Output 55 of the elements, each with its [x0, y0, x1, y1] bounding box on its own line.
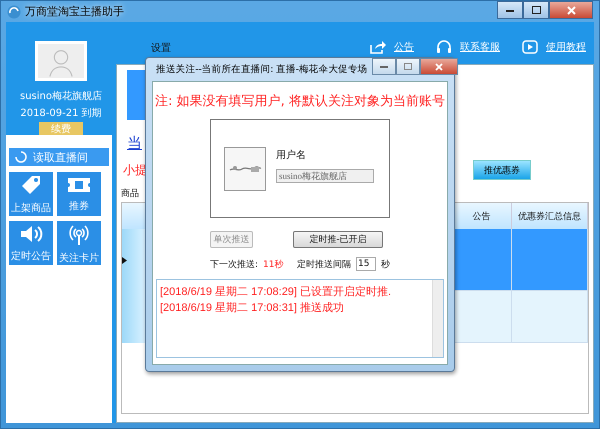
close-icon: [434, 62, 443, 70]
window-title: 万商堂淘宝主播助手: [25, 4, 124, 19]
minimize-icon: [506, 8, 514, 12]
minimize-button[interactable]: [497, 1, 523, 19]
log-line: [2018/6/19 星期二 17:08:29] 已设置开启定时推.: [160, 284, 392, 299]
row-header[interactable]: [122, 229, 146, 291]
speaker-icon: [19, 224, 43, 244]
interval-unit: 秒: [381, 258, 390, 270]
interval-spinner[interactable]: 15: [356, 257, 376, 271]
headset-icon: [436, 39, 452, 55]
scrollbar[interactable]: [432, 280, 443, 357]
sidebar-tile[interactable]: 定时公告: [9, 221, 53, 265]
tag-icon: [20, 174, 42, 196]
column-header: 优惠券汇总信息: [512, 203, 588, 229]
row-pointer-icon: [122, 256, 127, 264]
play-icon: [522, 40, 538, 54]
share-icon: [370, 40, 386, 54]
close-button[interactable]: [549, 1, 593, 19]
account-name: susino梅花旗舰店: [20, 90, 102, 103]
next-push-label: 下一次推送:: [210, 258, 258, 270]
minimize-icon: [380, 65, 388, 68]
username-label: 用户名: [276, 148, 307, 162]
column-header: 公告: [452, 203, 512, 229]
header-link[interactable]: 联系客服: [436, 39, 500, 55]
table-cell[interactable]: [452, 291, 512, 343]
note-text: 注: 如果没有填写用户, 将默认关注对象为当前账号: [155, 93, 445, 110]
close-button[interactable]: [420, 58, 458, 75]
close-icon: [566, 6, 576, 14]
header-link[interactable]: 公告: [370, 39, 414, 55]
refresh-icon: [15, 151, 27, 163]
tip-text: 小提: [123, 162, 147, 178]
app-icon: [7, 4, 21, 18]
sidebar-tile[interactable]: 上架商品: [9, 172, 53, 216]
sidebar-tile[interactable]: 关注卡片: [57, 221, 101, 265]
column-header: [122, 203, 146, 229]
avatar: [35, 41, 87, 81]
log-line: [2018/6/19 星期二 17:08:31] 推送成功: [160, 301, 346, 315]
table-cell[interactable]: [512, 229, 588, 291]
interval-label: 定时推送间隔: [297, 258, 351, 270]
push-coupon-button[interactable]: 推优惠券: [473, 160, 531, 180]
next-push-value: 11秒: [263, 258, 284, 270]
header-link[interactable]: 使用教程: [522, 39, 586, 55]
ticket-icon: [67, 176, 91, 194]
read-room-button[interactable]: 读取直播间: [9, 148, 109, 166]
settings-label[interactable]: 设置: [151, 41, 171, 55]
maximize-icon: [532, 6, 540, 14]
row-header[interactable]: [122, 291, 146, 343]
expiry-date: 2018-09-21 到期: [20, 106, 102, 120]
maximize-icon: [404, 63, 412, 70]
sidebar-tile[interactable]: 推券: [57, 172, 101, 216]
maximize-button[interactable]: [523, 1, 549, 19]
dialog-title: 推送关注--当前所在直播间: 直播-梅花伞大促专场: [156, 63, 368, 76]
table-cell[interactable]: [452, 229, 512, 291]
timer-push-button[interactable]: 定时推-已开启: [293, 231, 383, 248]
table-cell[interactable]: [512, 291, 588, 343]
